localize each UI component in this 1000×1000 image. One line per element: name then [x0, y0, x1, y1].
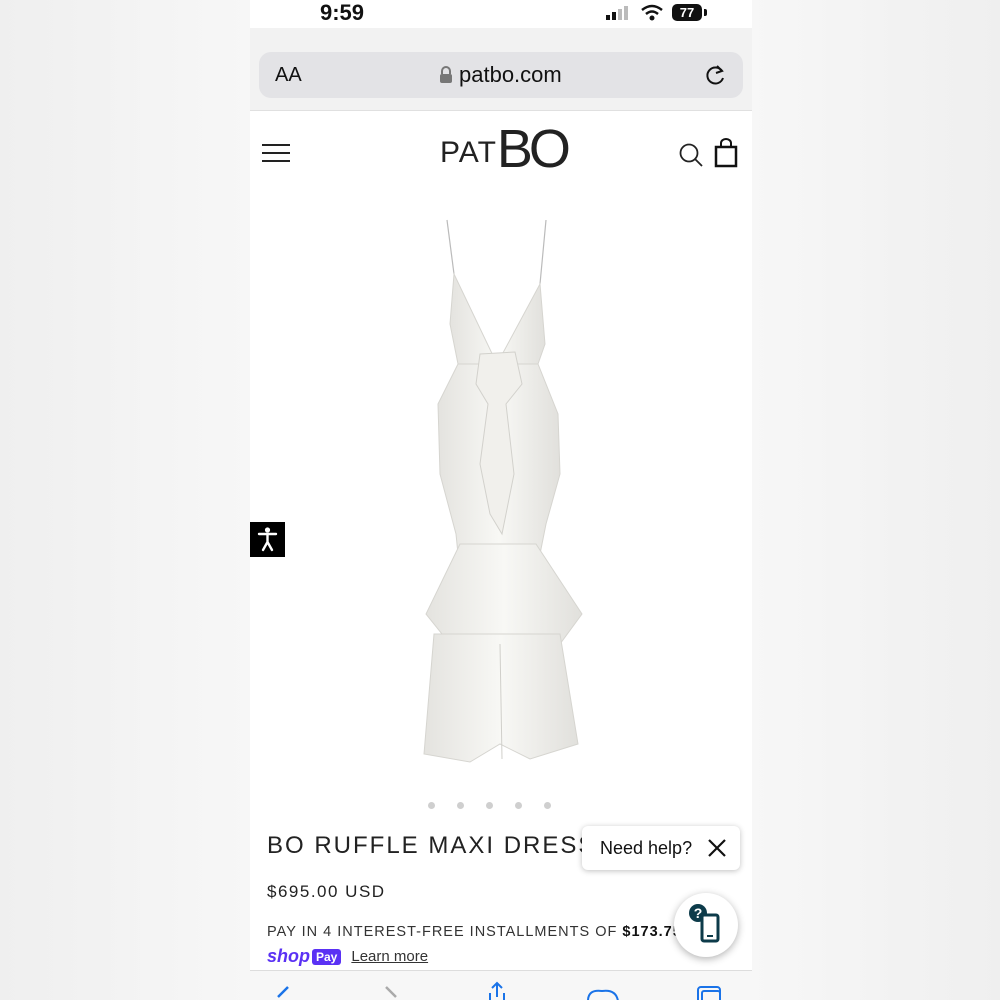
reload-icon[interactable]: [703, 62, 727, 88]
close-icon[interactable]: [706, 837, 728, 859]
cart-icon[interactable]: [714, 138, 738, 168]
product-price: $695.00 USD: [267, 882, 386, 901]
background-left: [0, 0, 250, 1000]
pagination-dot[interactable]: [515, 802, 522, 809]
help-bubble[interactable]: Need help?: [582, 826, 740, 870]
installment-text: PAY IN 4 INTEREST-FREE INSTALLMENTS OF: [267, 924, 623, 940]
cellular-signal-icon: [606, 6, 628, 20]
status-bar: 9:59 77: [250, 0, 752, 30]
wifi-icon: [641, 4, 663, 21]
shop-pay-badge: Pay: [312, 948, 342, 965]
shop-pay-logo: shop: [267, 946, 310, 966]
battery-level: 77: [672, 4, 702, 21]
share-icon[interactable]: [484, 981, 510, 1000]
search-icon[interactable]: [678, 142, 704, 168]
gallery-pagination[interactable]: [428, 802, 551, 809]
text-size-button[interactable]: AA: [275, 64, 302, 87]
site-header: PAT BO: [250, 112, 752, 194]
lock-icon: [440, 66, 452, 83]
accessibility-icon: [257, 527, 278, 552]
logo-bo: BO: [496, 119, 571, 179]
pagination-dot[interactable]: [428, 802, 435, 809]
battery-tip: [704, 9, 707, 16]
status-time: 9:59: [320, 0, 365, 25]
phone-screen: 9:59 77 AA patbo.com PAT BO BO RUFFLE MA…: [250, 0, 752, 1000]
bookmarks-icon[interactable]: [586, 985, 620, 1000]
accessibility-button[interactable]: [250, 522, 285, 557]
brand-logo[interactable]: PAT BO: [440, 119, 571, 179]
installment-amount: $173.75: [622, 924, 682, 940]
pagination-dot[interactable]: [486, 802, 493, 809]
forward-icon[interactable]: [382, 983, 402, 1000]
help-bubble-label: Need help?: [600, 838, 693, 858]
address-bar[interactable]: AA patbo.com: [259, 52, 743, 98]
chat-help-icon: ?: [689, 904, 720, 943]
product-image: [423, 219, 583, 763]
tabs-icon[interactable]: [694, 985, 724, 1000]
chat-help-button[interactable]: ?: [674, 893, 738, 957]
menu-icon[interactable]: [262, 144, 290, 162]
pagination-dot[interactable]: [457, 802, 464, 809]
browser-toolbar: [250, 970, 752, 1000]
learn-more-link[interactable]: Learn more: [351, 948, 428, 965]
background-right: [750, 0, 1000, 1000]
url-text[interactable]: patbo.com: [459, 62, 562, 88]
logo-pat: PAT: [440, 136, 497, 169]
product-title: BO RUFFLE MAXI DRESS: [267, 832, 597, 859]
shop-pay-row: shop Pay Learn more: [267, 946, 428, 967]
product-gallery[interactable]: [250, 194, 752, 814]
browser-chrome: AA patbo.com: [250, 28, 752, 111]
pagination-dot[interactable]: [544, 802, 551, 809]
installment-info: PAY IN 4 INTEREST-FREE INSTALLMENTS OF $…: [267, 924, 702, 940]
back-icon[interactable]: [272, 983, 292, 1000]
